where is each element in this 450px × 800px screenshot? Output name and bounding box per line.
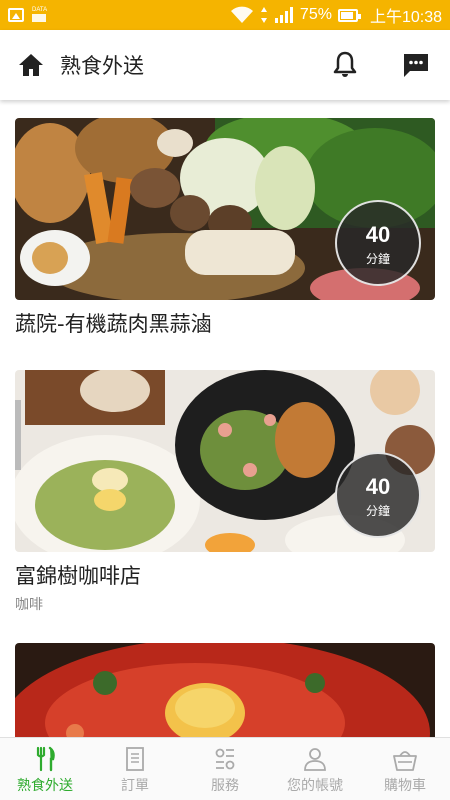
restaurant-category: 咖啡 (15, 597, 43, 613)
restaurant-photo[interactable]: 40 分鐘 (15, 118, 435, 300)
nav-item-orders[interactable]: 訂單 (90, 738, 180, 800)
restaurant-name[interactable]: 蔬院-有機蔬肉黑蒜滷 (15, 308, 435, 338)
restaurant-list: 40 分鐘 蔬院-有機蔬肉黑蒜滷 40 分鐘 富錦樹咖啡店 咖啡 (0, 100, 450, 737)
nav-label: 訂單 (121, 778, 149, 794)
restaurant-photo[interactable] (15, 643, 435, 737)
document-icon (126, 747, 144, 771)
nav-label: 熟食外送 (17, 778, 73, 794)
delivery-time-value: 40 (365, 222, 391, 247)
status-bar: DATA 75% 上午10:38 (0, 0, 450, 30)
wifi-icon (230, 6, 253, 23)
bell-icon[interactable] (332, 51, 358, 79)
fork-knife-icon (36, 746, 55, 772)
delivery-time-value: 40 (365, 474, 391, 499)
person-icon (304, 748, 326, 771)
nav-item-food-delivery[interactable]: 熟食外送 (0, 738, 90, 800)
data-transfer-icon (260, 7, 267, 23)
message-icon[interactable] (402, 52, 430, 78)
nav-label: 服務 (211, 778, 239, 794)
nav-item-account[interactable]: 您的帳號 (270, 738, 360, 800)
bottom-navigation: 熟食外送 訂單 服務 您的帳號 購物車 (0, 737, 450, 800)
nav-label: 您的帳號 (287, 778, 343, 794)
restaurant-card[interactable] (15, 643, 435, 737)
service-icon (215, 748, 235, 770)
restaurant-card[interactable]: 40 分鐘 蔬院-有機蔬肉黑蒜滷 (15, 118, 435, 338)
battery-icon (337, 8, 361, 22)
nav-item-service[interactable]: 服務 (180, 738, 270, 800)
delivery-time-unit: 分鐘 (365, 252, 390, 266)
page-title: 熟食外送 (60, 54, 144, 78)
data-indicator-icon: DATA (32, 7, 50, 23)
signal-icon (274, 7, 293, 23)
data-label: DATA (32, 7, 48, 13)
basket-icon (393, 751, 417, 771)
delivery-time-badge: 40 分鐘 (335, 200, 421, 286)
battery-percent: 75% (299, 6, 332, 23)
delivery-time-badge: 40 分鐘 (335, 452, 421, 538)
home-icon[interactable] (18, 52, 44, 78)
restaurant-card[interactable]: 40 分鐘 富錦樹咖啡店 咖啡 (15, 370, 435, 614)
restaurant-name[interactable]: 富錦樹咖啡店 (15, 560, 435, 590)
delivery-time-unit: 分鐘 (365, 504, 390, 518)
image-notification-icon (8, 8, 24, 22)
app-header: 熟食外送 (0, 30, 450, 100)
clock: 上午10:38 (369, 9, 442, 26)
nav-item-cart[interactable]: 購物車 (360, 738, 450, 800)
restaurant-photo[interactable]: 40 分鐘 (15, 370, 435, 552)
nav-label: 購物車 (384, 778, 426, 794)
